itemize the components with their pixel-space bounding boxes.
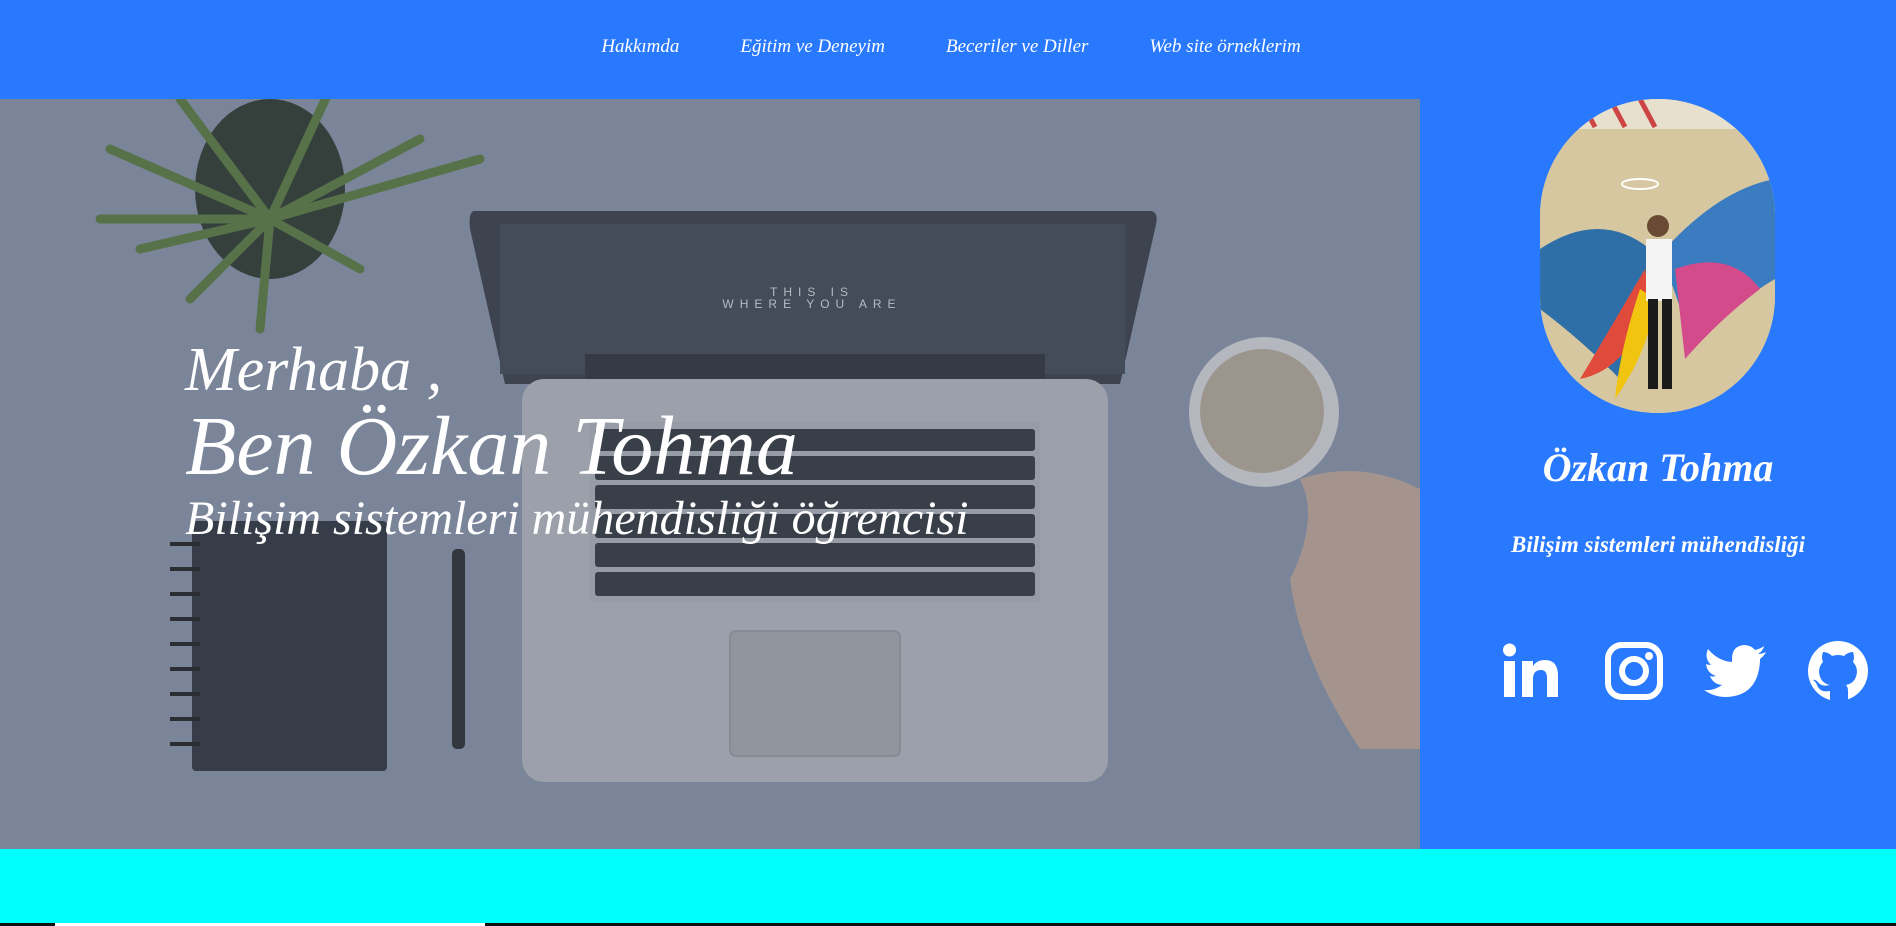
nav-link-web-site-ornekleri[interactable]: Web site örneklerim	[1149, 36, 1300, 58]
nav-links: Hakkımda Eğitim ve Deneyim Beceriler ve …	[0, 36, 1896, 58]
profile-photo	[1540, 99, 1775, 413]
hero-name: Ben Özkan Tohma	[185, 400, 798, 493]
top-navbar: Hakkımda Eğitim ve Deneyim Beceriler ve …	[0, 0, 1896, 99]
instagram-icon	[1605, 642, 1663, 700]
hero-greeting: Merhaba ,	[185, 336, 443, 404]
nav-link-egitim-deneyim[interactable]: Eğitim ve Deneyim	[740, 36, 885, 58]
linkedin-icon	[1503, 643, 1558, 697]
github-icon	[1808, 641, 1868, 701]
instagram-link[interactable]	[1602, 639, 1666, 703]
hero-role: Bilişim sistemleri mühendisliği öğrencis…	[185, 492, 969, 545]
social-links	[1500, 639, 1870, 703]
profile-role: Bilişim sistemleri mühendisliği	[1511, 532, 1805, 557]
hero-section: THIS IS WHERE YOU ARE Merhaba , Ben Özka…	[0, 99, 1420, 849]
github-link[interactable]	[1806, 639, 1870, 703]
twitter-icon	[1704, 645, 1766, 697]
linkedin-link[interactable]	[1500, 639, 1564, 703]
profile-name: Özkan Tohma	[1542, 445, 1774, 490]
bottom-band	[0, 849, 1896, 926]
nav-link-hakkimda[interactable]: Hakkımda	[601, 36, 679, 58]
hero-text: Merhaba , Ben Özkan Tohma Bilişim sistem…	[185, 339, 969, 543]
twitter-link[interactable]	[1704, 639, 1768, 703]
nav-link-beceriler-diller[interactable]: Beceriler ve Diller	[946, 36, 1088, 58]
profile-sidebar: Özkan Tohma Bilişim sistemleri mühendisl…	[1420, 99, 1896, 849]
